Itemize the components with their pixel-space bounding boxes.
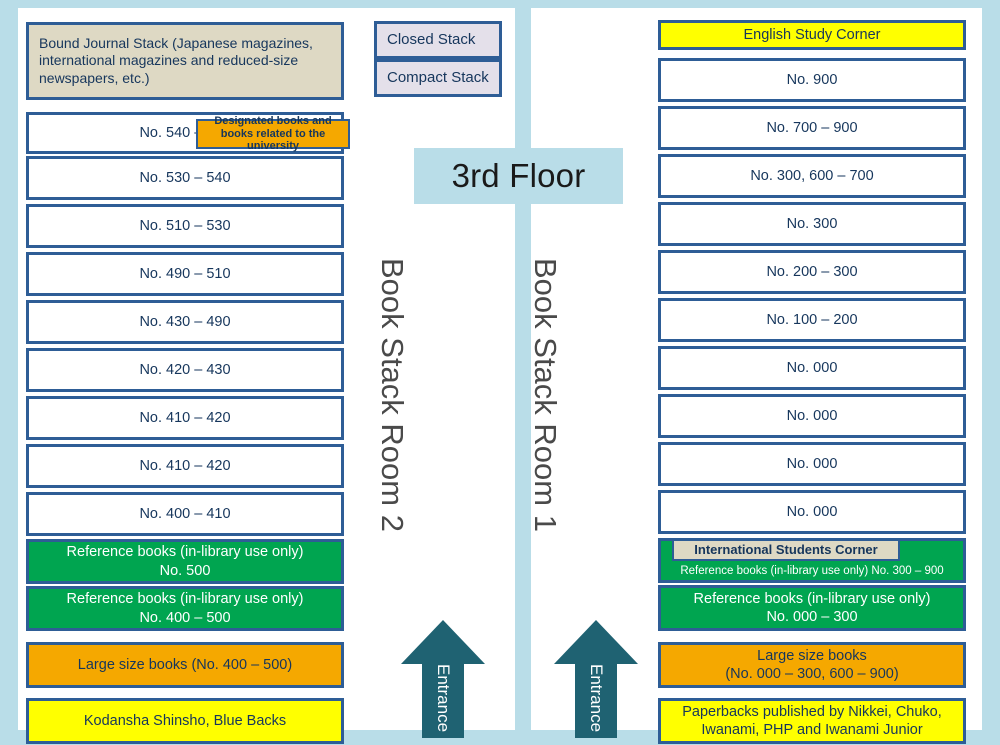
shelf-box: No. 420 – 430 — [26, 348, 344, 392]
shelf-box: No. 410 – 420 — [26, 396, 344, 440]
shelf-label: Bound Journal Stack (Japanese magazines,… — [39, 34, 313, 86]
shelf-overlay-tag-label: Designated books and books related to th… — [214, 114, 332, 153]
shelf-label: No. 410 – 420 — [139, 409, 231, 426]
shelf-box: No. 510 – 530 — [26, 204, 344, 248]
shelf-label: No. 420 – 430 — [139, 361, 231, 378]
shelf-box: No. 200 – 300 — [658, 250, 966, 294]
shelf-label: No. 000 — [786, 503, 838, 520]
shelf-box: Large size books (No. 000 – 300, 600 – 90… — [658, 642, 966, 688]
shelf-label: No. 510 – 530 — [139, 217, 231, 234]
entrance-arrow-room-2: Entrance — [401, 620, 485, 738]
shelf-label: Paperbacks published by Nikkei, Chuko, I… — [682, 703, 942, 738]
shelf-box: Reference books (in-library use only) No.… — [26, 586, 344, 631]
legend-item-label: Compact Stack — [387, 68, 489, 86]
shelf-label: No. 900 — [786, 71, 838, 88]
shelf-label: No. 490 – 510 — [139, 265, 231, 282]
entrance-label: Entrance — [434, 664, 453, 733]
legend-item: Closed Stack — [374, 21, 502, 59]
legend-item: Compact Stack — [374, 59, 502, 97]
shelf-label: Large size books (No. 000 – 300, 600 – 90… — [725, 647, 899, 682]
entrance-arrow-room-1: Entrance — [554, 620, 638, 738]
shelf-label: Reference books (in-library use only) No… — [680, 564, 944, 577]
shelf-label: Reference books (in-library use only) No.… — [66, 544, 304, 579]
shelf-box: No. 300, 600 – 700 — [658, 154, 966, 198]
shelf-box: No. 000 — [658, 346, 966, 390]
shelf-label: Reference books (in-library use only) No.… — [66, 591, 304, 626]
shelf-label: No. 000 — [786, 455, 838, 472]
shelf-box: No. 300 — [658, 202, 966, 246]
shelf-label: No. 300, 600 – 700 — [750, 167, 874, 184]
shelf-box: No. 430 – 490 — [26, 300, 344, 344]
shelf-overlay-tag: Designated books and books related to th… — [196, 115, 350, 152]
entrance-label: Entrance — [587, 664, 606, 733]
shelf-box: No. 400 – 410 — [26, 492, 344, 536]
shelf-label: No. 530 – 540 — [139, 169, 231, 186]
arrow-head-icon — [554, 620, 638, 664]
map-canvas: 3rd Floor Book Stack Room 2 Book Stack R… — [18, 8, 982, 744]
shelf-box: No. 000 — [658, 490, 966, 534]
shelf-box: No. 490 – 510 — [26, 252, 344, 296]
shelf-box: Reference books (in-library use only) No.… — [658, 585, 966, 631]
room-label-book-stack-room-2: Book Stack Room 2 — [375, 258, 410, 532]
shelf-label: No. 410 – 420 — [139, 457, 231, 474]
shelf-overlay-tag: International Students Corner — [672, 539, 900, 561]
shelf-label: English Study Corner — [743, 26, 881, 43]
room-label-book-stack-room-1: Book Stack Room 1 — [528, 258, 563, 532]
shelf-label: No. 000 — [786, 359, 838, 376]
legend-item-label: Closed Stack — [387, 30, 476, 48]
shelf-label: No. 430 – 490 — [139, 313, 231, 330]
shelf-box: Paperbacks published by Nikkei, Chuko, I… — [658, 698, 966, 744]
shelf-label: Large size books (No. 400 – 500) — [77, 656, 293, 673]
shelf-box: No. 000 — [658, 394, 966, 438]
floor-title: 3rd Floor — [414, 148, 623, 204]
arrow-head-icon — [401, 620, 485, 664]
shelf-box: No. 000 — [658, 442, 966, 486]
shelf-label: No. 000 — [786, 407, 838, 424]
shelf-box: No. 900 — [658, 58, 966, 102]
shelf-label: Kodansha Shinsho, Blue Backs — [83, 712, 287, 729]
shelf-box: English Study Corner — [658, 20, 966, 50]
shelf-label: No. 300 — [786, 215, 838, 232]
shelf-label: No. 200 – 300 — [766, 263, 858, 280]
shelf-box: Large size books (No. 400 – 500) — [26, 642, 344, 688]
shelf-box: Reference books (in-library use only) No.… — [26, 539, 344, 584]
shelf-label: Reference books (in-library use only) No.… — [693, 590, 931, 625]
shelf-box: No. 100 – 200 — [658, 298, 966, 342]
shelf-box: No. 700 – 900 — [658, 106, 966, 150]
shelf-label: No. 100 – 200 — [766, 311, 858, 328]
shelf-box: Bound Journal Stack (Japanese magazines,… — [26, 22, 344, 100]
shelf-box: Kodansha Shinsho, Blue Backs — [26, 698, 344, 744]
shelf-box: No. 410 – 420 — [26, 444, 344, 488]
floor-map: 3rd Floor Book Stack Room 2 Book Stack R… — [0, 0, 1000, 745]
shelf-label: No. 700 – 900 — [766, 119, 858, 136]
shelf-label: No. 400 – 410 — [139, 505, 231, 522]
shelf-overlay-tag-label: International Students Corner — [694, 542, 878, 558]
shelf-box: No. 530 – 540 — [26, 156, 344, 200]
